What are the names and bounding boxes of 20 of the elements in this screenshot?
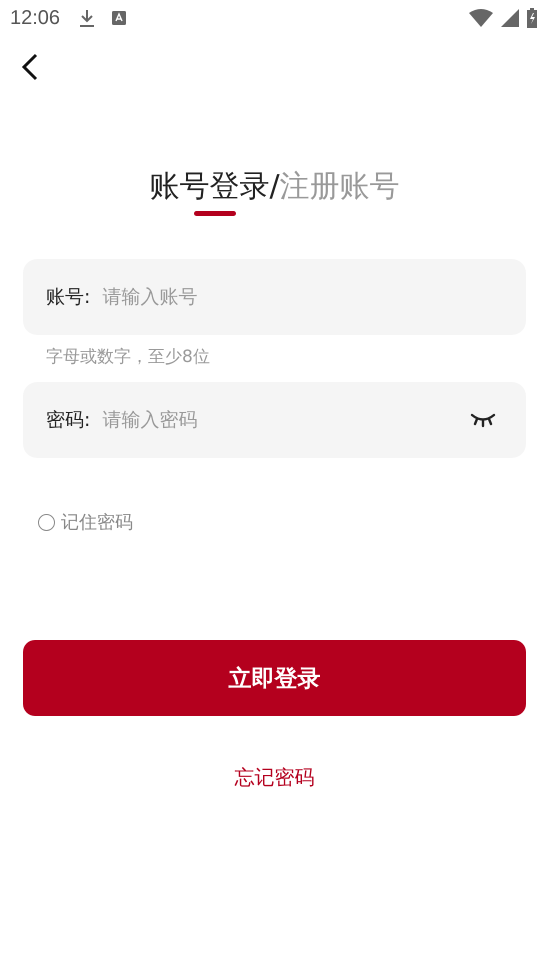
tab[interactable]: 账号登录	[149, 167, 270, 207]
download-icon	[78, 8, 96, 28]
closed-eye-icon[interactable]	[470, 412, 496, 428]
remember-checkbox[interactable]	[38, 514, 55, 530]
login-button[interactable]: 立即登录	[23, 640, 526, 716]
signal-icon	[501, 9, 519, 27]
status-time: 12:06	[10, 6, 60, 30]
battery-icon	[527, 8, 537, 28]
keyboard-icon	[112, 11, 126, 25]
remember-label: 记住密码	[61, 511, 133, 534]
back-icon[interactable]	[22, 53, 38, 81]
wifi-icon	[469, 9, 493, 27]
field-label: 账号:	[46, 285, 90, 310]
input-field[interactable]: 请输入密码	[100, 408, 460, 432]
forgot-password-link[interactable]: 忘记密码	[234, 764, 314, 791]
tab-underline	[194, 211, 236, 216]
field-hint: 字母或数字，至少8位	[46, 346, 211, 368]
tab-separator: /	[269, 168, 280, 206]
input-field[interactable]: 请输入账号	[100, 285, 496, 309]
field-label: 密码:	[46, 408, 90, 433]
